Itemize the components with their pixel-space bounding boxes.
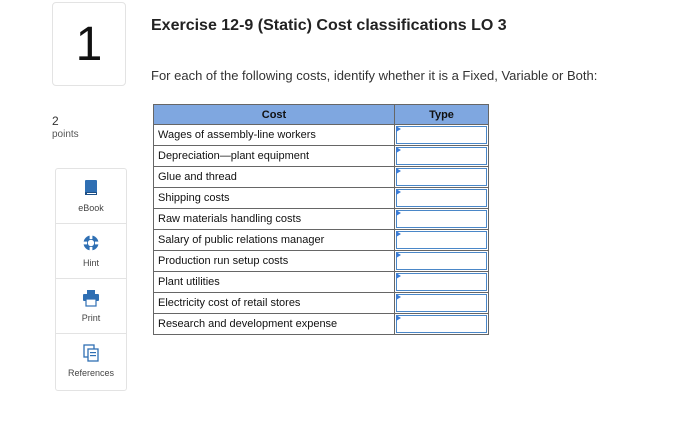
table-row: Shipping costs: [153, 187, 489, 209]
table-row: Raw materials handling costs: [153, 208, 489, 230]
references-button[interactable]: References: [56, 334, 126, 390]
cost-item: Shipping costs: [153, 187, 395, 209]
type-dropdown[interactable]: [396, 231, 487, 249]
table-row: Plant utilities: [153, 271, 489, 293]
cost-column-header: Cost: [153, 104, 395, 125]
type-dropdown[interactable]: [396, 252, 487, 270]
type-dropdown[interactable]: [396, 147, 487, 165]
dropdown-marker-icon: [396, 147, 401, 153]
table-row: Production run setup costs: [153, 250, 489, 272]
dropdown-marker-icon: [396, 210, 401, 216]
printer-icon: [83, 290, 99, 307]
table-row: Glue and thread: [153, 166, 489, 188]
question-number-box: 1: [52, 2, 126, 86]
ebook-label: eBook: [78, 203, 104, 213]
exercise-title: Exercise 12-9 (Static) Cost classificati…: [151, 17, 507, 34]
table-row: Wages of assembly-line workers: [153, 124, 489, 146]
type-cell: [394, 292, 489, 314]
dropdown-marker-icon: [396, 252, 401, 258]
ebook-button[interactable]: eBook: [56, 169, 126, 224]
side-tools-panel: eBook Hint Print References: [55, 168, 127, 391]
hint-label: Hint: [82, 258, 99, 268]
type-cell: [394, 313, 489, 335]
points-label: points: [52, 129, 79, 140]
table-row: Research and development expense: [153, 313, 489, 335]
lifebuoy-icon: [83, 235, 99, 251]
type-dropdown[interactable]: [396, 168, 487, 186]
type-cell: [394, 166, 489, 188]
type-dropdown[interactable]: [396, 210, 487, 228]
type-dropdown[interactable]: [396, 315, 487, 333]
type-dropdown[interactable]: [396, 294, 487, 312]
cost-item: Salary of public relations manager: [153, 229, 395, 251]
type-cell: [394, 271, 489, 293]
dropdown-marker-icon: [396, 126, 401, 132]
dropdown-marker-icon: [396, 231, 401, 237]
type-cell: [394, 229, 489, 251]
type-cell: [394, 124, 489, 146]
type-cell: [394, 208, 489, 230]
dropdown-marker-icon: [396, 189, 401, 195]
references-label: References: [67, 368, 115, 378]
dropdown-marker-icon: [396, 315, 401, 321]
table-row: Depreciation—plant equipment: [153, 145, 489, 167]
points-value: 2: [52, 114, 59, 128]
cost-item: Raw materials handling costs: [153, 208, 395, 230]
type-column-header: Type: [394, 104, 489, 125]
table-row: Electricity cost of retail stores: [153, 292, 489, 314]
print-label: Print: [81, 313, 101, 323]
hint-button[interactable]: Hint: [56, 224, 126, 279]
book-icon: [85, 180, 97, 195]
documents-icon: [83, 344, 99, 362]
type-dropdown[interactable]: [396, 126, 487, 144]
question-number: 1: [75, 18, 103, 71]
table-row: Salary of public relations manager: [153, 229, 489, 251]
cost-classification-table: Cost Type Wages of assembly-line workers…: [153, 104, 489, 335]
cost-item: Research and development expense: [153, 313, 395, 335]
type-dropdown[interactable]: [396, 189, 487, 207]
table-header-row: Cost Type: [153, 104, 489, 125]
cost-item: Production run setup costs: [153, 250, 395, 272]
cost-item: Depreciation—plant equipment: [153, 145, 395, 167]
type-dropdown[interactable]: [396, 273, 487, 291]
cost-item: Wages of assembly-line workers: [153, 124, 395, 146]
cost-item: Glue and thread: [153, 166, 395, 188]
cost-item: Plant utilities: [153, 271, 395, 293]
type-cell: [394, 187, 489, 209]
dropdown-marker-icon: [396, 273, 401, 279]
print-button[interactable]: Print: [56, 279, 126, 334]
exercise-instruction: For each of the following costs, identif…: [151, 68, 598, 83]
dropdown-marker-icon: [396, 168, 401, 174]
cost-item: Electricity cost of retail stores: [153, 292, 395, 314]
dropdown-marker-icon: [396, 294, 401, 300]
type-cell: [394, 145, 489, 167]
type-cell: [394, 250, 489, 272]
